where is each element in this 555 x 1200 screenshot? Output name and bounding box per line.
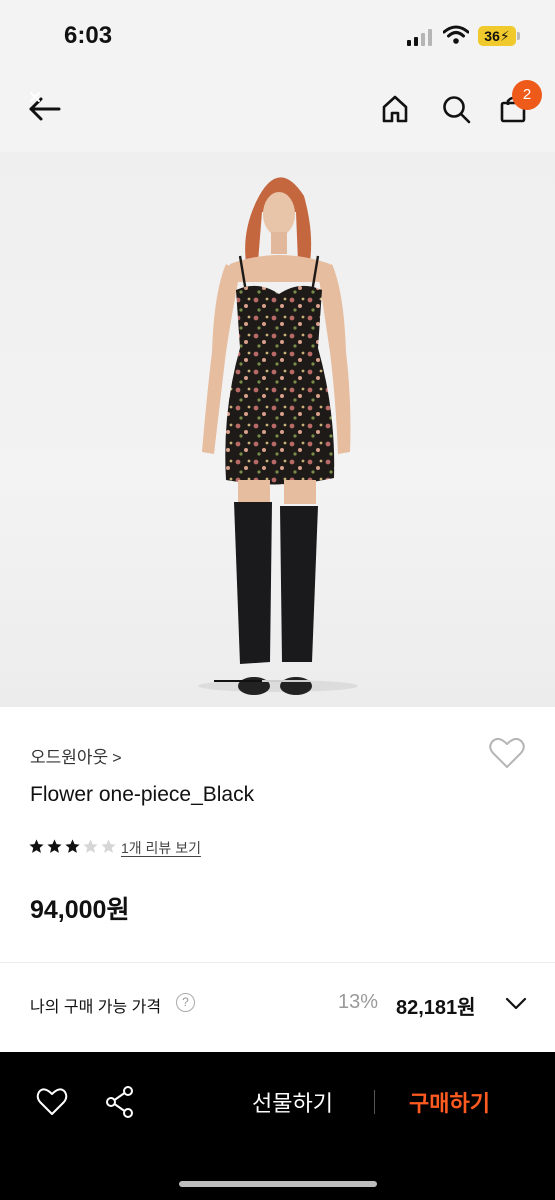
help-icon[interactable]: ? (176, 993, 195, 1012)
gift-button[interactable]: 선물하기 (252, 1086, 333, 1118)
discount-rate: 13% (338, 991, 379, 1013)
brand-name: 오드원아웃 (30, 748, 109, 767)
home-icon (382, 95, 408, 123)
product-price: 94,000원 (30, 896, 130, 924)
product-image[interactable] (0, 152, 555, 707)
cart-count-badge: 2 (512, 80, 542, 110)
cellular-signal-icon (407, 28, 432, 46)
divider (0, 962, 555, 963)
star-filled-icon (29, 839, 44, 853)
bottom-action-bar (0, 1052, 555, 1200)
product-title: Flower one-piece_Black (30, 783, 255, 806)
buy-button[interactable]: 구매하기 (409, 1086, 490, 1118)
heart-icon[interactable] (36, 1087, 68, 1117)
star-filled-icon (65, 839, 80, 853)
back-arrow-icon (29, 92, 61, 121)
share-icon[interactable] (104, 1085, 136, 1119)
star-filled-icon (47, 839, 62, 853)
chevron-right-icon: > (112, 750, 122, 767)
purchase-price-value: 82,181원 (396, 997, 476, 1019)
rating-stars (28, 838, 117, 855)
star-empty-icon (101, 839, 116, 853)
purchase-price-label: 나의 구매 가능 가격 (30, 999, 162, 1016)
home-button[interactable] (376, 90, 414, 128)
model-figure-illustration (198, 177, 358, 695)
top-nav (0, 70, 555, 152)
home-indicator (179, 1181, 377, 1187)
status-bar: 6:03 36⚡ (0, 0, 555, 70)
battery-tip (517, 32, 520, 40)
battery-level: 36⚡ (478, 26, 516, 46)
chevron-down-icon[interactable] (504, 993, 528, 1013)
search-icon (443, 96, 471, 124)
button-separator (374, 1090, 375, 1114)
back-button[interactable] (22, 88, 66, 128)
star-empty-icon (83, 839, 98, 853)
carousel-progress (214, 680, 310, 682)
status-time: 6:03 (64, 22, 113, 49)
review-link[interactable]: 1개 리뷰 보기 (121, 838, 201, 858)
brand-link[interactable]: 오드원아웃 > (30, 743, 122, 768)
search-button[interactable] (437, 90, 475, 128)
carousel-progress-fill (214, 680, 262, 682)
wishlist-heart-icon[interactable] (488, 736, 526, 770)
wifi-icon (443, 25, 469, 44)
